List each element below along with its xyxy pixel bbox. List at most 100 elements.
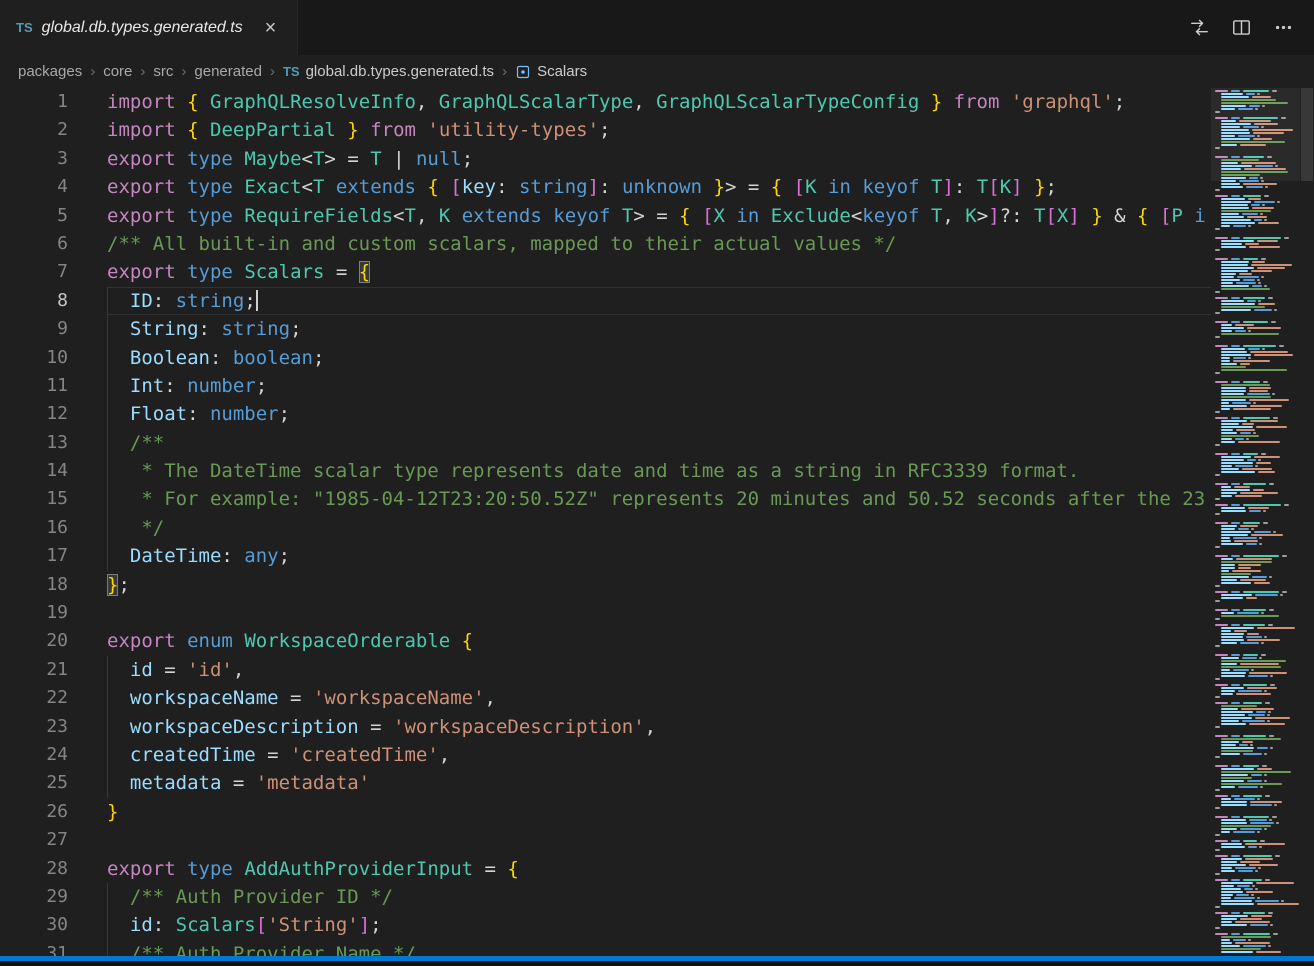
- code-line-8[interactable]: 8 ID: string;: [0, 287, 1211, 315]
- code-line-1[interactable]: 1import { GraphQLResolveInfo, GraphQLSca…: [0, 88, 1211, 116]
- line-number[interactable]: 17: [0, 542, 107, 570]
- code-line-content: };: [107, 571, 1211, 599]
- line-number[interactable]: 24: [0, 741, 107, 769]
- line-number[interactable]: 12: [0, 400, 107, 428]
- tab-close-icon[interactable]: ×: [260, 17, 282, 39]
- symbol-type-icon: [515, 64, 531, 80]
- line-number[interactable]: 3: [0, 145, 107, 173]
- line-number[interactable]: 26: [0, 798, 107, 826]
- line-number[interactable]: 20: [0, 627, 107, 655]
- open-changes-button[interactable]: [1184, 13, 1214, 43]
- code-line-30[interactable]: 30 id: Scalars['String'];: [0, 911, 1211, 939]
- more-actions-button[interactable]: [1268, 13, 1298, 43]
- line-number[interactable]: 2: [0, 116, 107, 144]
- code-line-content: /** Auth Provider Name */: [107, 940, 1211, 956]
- line-number[interactable]: 28: [0, 855, 107, 883]
- code-line-31[interactable]: 31 /** Auth Provider Name */: [0, 940, 1211, 956]
- vscode-window: TS global.db.types.generated.ts × packag…: [0, 0, 1314, 966]
- line-number[interactable]: 9: [0, 315, 107, 343]
- code-line-content: workspaceDescription = 'workspaceDescrip…: [107, 713, 1211, 741]
- chevron-right-icon: ›: [502, 63, 507, 80]
- code-line-2[interactable]: 2import { DeepPartial } from 'utility-ty…: [0, 116, 1211, 144]
- line-number[interactable]: 6: [0, 230, 107, 258]
- code-line-18[interactable]: 18};: [0, 571, 1211, 599]
- code-line-content: [107, 599, 1211, 627]
- code-line-content: [107, 826, 1211, 854]
- code-line-content: */: [107, 514, 1211, 542]
- indent-guide: [107, 741, 108, 769]
- code-line-13[interactable]: 13 /**: [0, 429, 1211, 457]
- minimap-slider[interactable]: [1211, 88, 1300, 181]
- scrollbar-thumb[interactable]: [1301, 88, 1313, 181]
- code-line-10[interactable]: 10 Boolean: boolean;: [0, 344, 1211, 372]
- split-editor-button[interactable]: [1226, 13, 1256, 43]
- breadcrumb: packages›core›src›generated›TSglobal.db.…: [0, 55, 1314, 88]
- minimap[interactable]: [1211, 88, 1300, 956]
- code-line-12[interactable]: 12 Float: number;: [0, 400, 1211, 428]
- breadcrumb-item-symbol[interactable]: Scalars: [515, 63, 587, 80]
- code-line-content: export enum WorkspaceOrderable {: [107, 627, 1211, 655]
- code-line-15[interactable]: 15 * For example: "1985-04-12T23:20:50.5…: [0, 485, 1211, 513]
- indent-guide: [107, 372, 108, 400]
- code-line-6[interactable]: 6/** All built-in and custom scalars, ma…: [0, 230, 1211, 258]
- code-line-20[interactable]: 20export enum WorkspaceOrderable {: [0, 627, 1211, 655]
- code-line-23[interactable]: 23 workspaceDescription = 'workspaceDesc…: [0, 713, 1211, 741]
- breadcrumb-item-file[interactable]: TSglobal.db.types.generated.ts: [283, 63, 494, 80]
- line-number[interactable]: 10: [0, 344, 107, 372]
- code-line-19[interactable]: 19: [0, 599, 1211, 627]
- code-line-4[interactable]: 4export type Exact<T extends { [key: str…: [0, 173, 1211, 201]
- code-line-27[interactable]: 27: [0, 826, 1211, 854]
- breadcrumb-symbol-label: Scalars: [537, 63, 587, 80]
- code-line-25[interactable]: 25 metadata = 'metadata': [0, 769, 1211, 797]
- line-number[interactable]: 16: [0, 514, 107, 542]
- chevron-right-icon: ›: [270, 63, 275, 80]
- line-number[interactable]: 11: [0, 372, 107, 400]
- line-number[interactable]: 8: [0, 287, 107, 315]
- line-number[interactable]: 7: [0, 258, 107, 286]
- code-editor[interactable]: 1import { GraphQLResolveInfo, GraphQLSca…: [0, 88, 1211, 956]
- tab-global-db-types-generated-ts[interactable]: TS global.db.types.generated.ts ×: [0, 0, 298, 55]
- line-number[interactable]: 18: [0, 571, 107, 599]
- line-number[interactable]: 25: [0, 769, 107, 797]
- breadcrumb-item-src[interactable]: src: [153, 63, 173, 80]
- chevron-right-icon: ›: [140, 63, 145, 80]
- line-number[interactable]: 27: [0, 826, 107, 854]
- breadcrumb-item-core[interactable]: core: [103, 63, 132, 80]
- code-line-17[interactable]: 17 DateTime: any;: [0, 542, 1211, 570]
- line-number[interactable]: 29: [0, 883, 107, 911]
- code-line-26[interactable]: 26}: [0, 798, 1211, 826]
- line-number[interactable]: 15: [0, 485, 107, 513]
- line-number[interactable]: 23: [0, 713, 107, 741]
- code-line-16[interactable]: 16 */: [0, 514, 1211, 542]
- code-line-content: import { GraphQLResolveInfo, GraphQLScal…: [107, 88, 1211, 116]
- code-line-24[interactable]: 24 createdTime = 'createdTime',: [0, 741, 1211, 769]
- line-number[interactable]: 19: [0, 599, 107, 627]
- code-line-3[interactable]: 3export type Maybe<T> = T | null;: [0, 145, 1211, 173]
- code-line-5[interactable]: 5export type RequireFields<T, K extends …: [0, 202, 1211, 230]
- code-line-22[interactable]: 22 workspaceName = 'workspaceName',: [0, 684, 1211, 712]
- code-line-content: String: string;: [107, 315, 1211, 343]
- breadcrumb-item-generated[interactable]: generated: [194, 63, 262, 80]
- line-number[interactable]: 4: [0, 173, 107, 201]
- line-number[interactable]: 30: [0, 911, 107, 939]
- code-line-14[interactable]: 14 * The DateTime scalar type represents…: [0, 457, 1211, 485]
- line-number[interactable]: 22: [0, 684, 107, 712]
- line-number[interactable]: 1: [0, 88, 107, 116]
- code-line-7[interactable]: 7export type Scalars = {: [0, 258, 1211, 286]
- line-number[interactable]: 31: [0, 940, 107, 956]
- breadcrumb-item-packages[interactable]: packages: [18, 63, 82, 80]
- line-number[interactable]: 5: [0, 202, 107, 230]
- code-line-21[interactable]: 21 id = 'id',: [0, 656, 1211, 684]
- code-line-content: /** Auth Provider ID */: [107, 883, 1211, 911]
- line-number[interactable]: 21: [0, 656, 107, 684]
- code-line-29[interactable]: 29 /** Auth Provider ID */: [0, 883, 1211, 911]
- code-line-9[interactable]: 9 String: string;: [0, 315, 1211, 343]
- indent-guide: [107, 485, 108, 513]
- code-line-11[interactable]: 11 Int: number;: [0, 372, 1211, 400]
- line-number[interactable]: 13: [0, 429, 107, 457]
- code-line-28[interactable]: 28export type AddAuthProviderInput = {: [0, 855, 1211, 883]
- code-line-content: id = 'id',: [107, 656, 1211, 684]
- typescript-file-icon: TS: [283, 64, 300, 79]
- vertical-scrollbar[interactable]: [1300, 88, 1314, 956]
- line-number[interactable]: 14: [0, 457, 107, 485]
